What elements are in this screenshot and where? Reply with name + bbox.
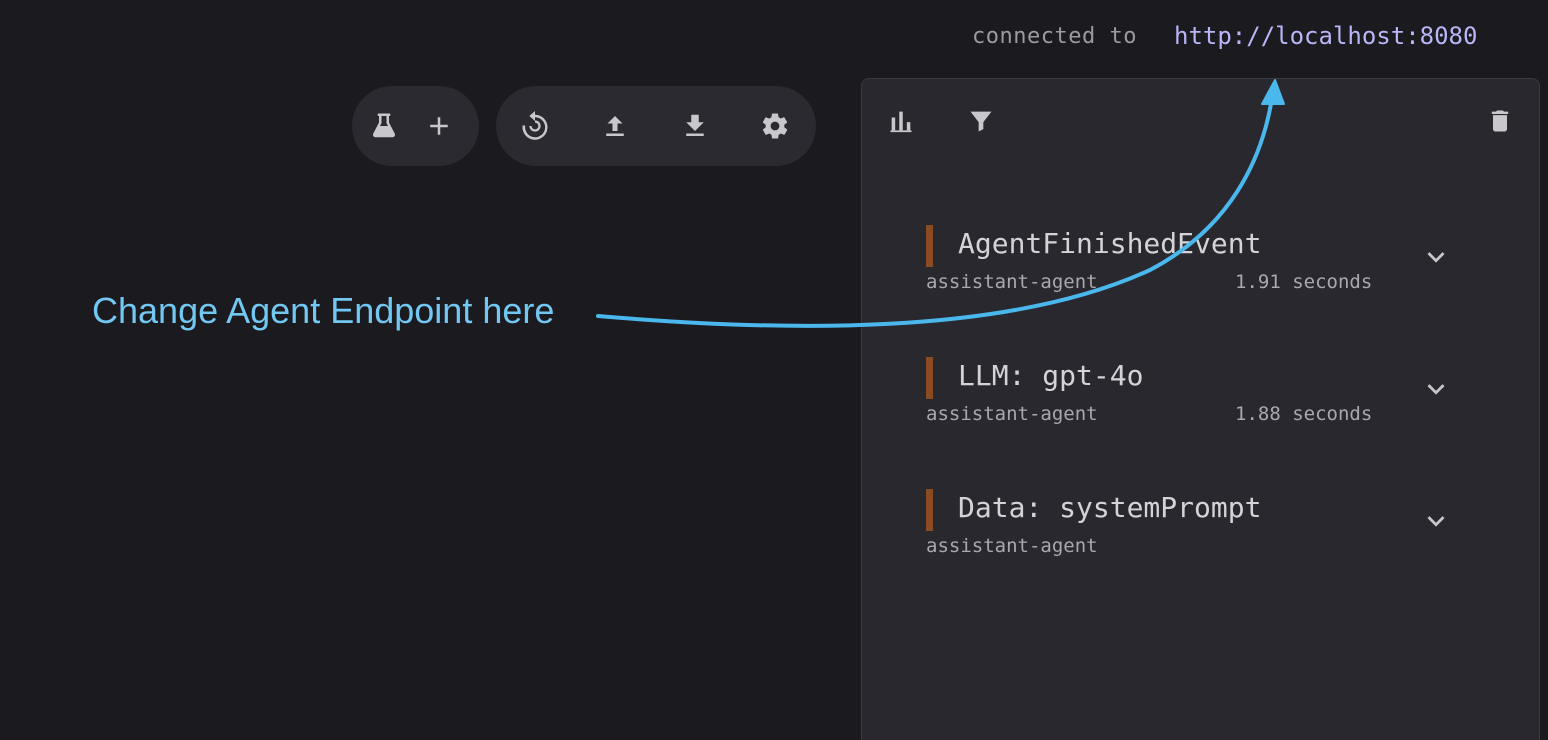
bar-chart-icon — [890, 111, 912, 133]
settings-button[interactable] — [755, 106, 795, 146]
chevron-down-icon — [1427, 516, 1445, 527]
restart-icon — [522, 111, 548, 140]
event-item[interactable]: Data: systemPrompt assistant-agent — [926, 489, 1486, 569]
event-duration: 1.88 seconds — [1235, 403, 1373, 425]
annotation-text: Change Agent Endpoint here — [92, 290, 555, 331]
filter-icon — [970, 111, 992, 132]
event-color-bar — [926, 225, 933, 267]
event-agent: assistant-agent — [926, 535, 1098, 557]
filter-button[interactable] — [961, 101, 1001, 141]
event-title: LLM: gpt-4o — [958, 359, 1144, 392]
events-panel: AgentFinishedEvent assistant-agent 1.91 … — [861, 78, 1540, 740]
event-title: Data: systemPrompt — [958, 491, 1262, 524]
download-icon — [686, 114, 704, 136]
event-agent: assistant-agent — [926, 271, 1098, 293]
restart-button[interactable] — [515, 106, 555, 146]
flask-icon — [372, 113, 396, 138]
add-button[interactable] — [419, 106, 459, 146]
gear-icon — [762, 113, 788, 139]
clear-events-button[interactable] — [1480, 101, 1520, 141]
stats-button[interactable] — [881, 101, 921, 141]
app-root: connected to http://localhost:8080 Agent… — [0, 0, 1548, 740]
download-button[interactable] — [675, 106, 715, 146]
toolbar-left — [352, 86, 479, 166]
event-title: AgentFinishedEvent — [958, 227, 1262, 260]
expand-button[interactable] — [1416, 501, 1456, 541]
upload-button[interactable] — [595, 106, 635, 146]
expand-button[interactable] — [1416, 369, 1456, 409]
connected-label: connected to — [972, 24, 1137, 49]
event-color-bar — [926, 489, 933, 531]
flask-button[interactable] — [364, 106, 404, 146]
trash-icon — [1491, 110, 1509, 132]
event-agent: assistant-agent — [926, 403, 1098, 425]
upload-icon — [606, 116, 624, 136]
chevron-down-icon — [1427, 384, 1445, 395]
event-item[interactable]: AgentFinishedEvent assistant-agent 1.91 … — [926, 225, 1486, 305]
endpoint-url[interactable]: http://localhost:8080 — [1174, 22, 1477, 50]
toolbar-right — [496, 86, 816, 166]
event-color-bar — [926, 357, 933, 399]
plus-icon — [430, 117, 448, 135]
event-duration: 1.91 seconds — [1235, 271, 1373, 293]
chevron-down-icon — [1427, 252, 1445, 263]
expand-button[interactable] — [1416, 237, 1456, 277]
event-item[interactable]: LLM: gpt-4o assistant-agent 1.88 seconds — [926, 357, 1486, 437]
